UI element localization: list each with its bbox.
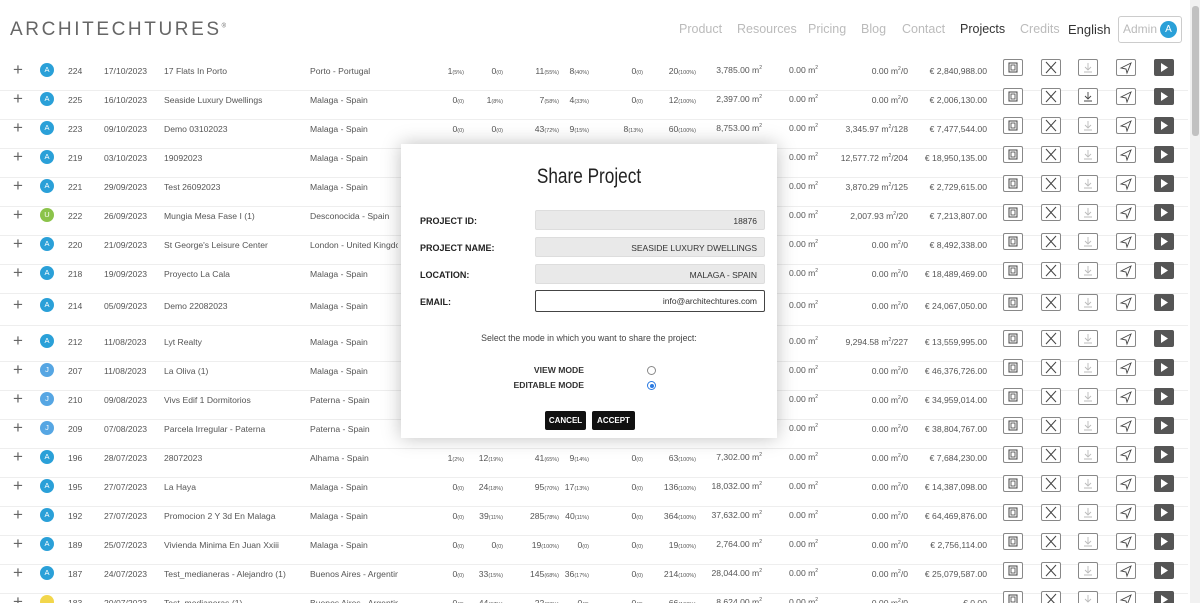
- accept-button[interactable]: ACCEPT: [592, 411, 635, 430]
- share-instruction: Select the mode in which you want to sha…: [481, 333, 697, 343]
- project-name-label: PROJECT NAME:: [420, 243, 495, 253]
- email-label: EMAIL:: [420, 297, 451, 307]
- editable-mode-label: EDITABLE MODE: [513, 380, 585, 390]
- modal-title: Share Project: [536, 165, 642, 188]
- email-input[interactable]: info@architechtures.com: [535, 290, 765, 312]
- project-name-field: SEASIDE LUXURY DWELLINGS: [535, 237, 765, 257]
- view-mode-radio[interactable]: [647, 366, 656, 375]
- location-label: LOCATION:: [420, 270, 470, 280]
- project-id-field: 18876: [535, 210, 765, 230]
- share-project-modal: Share Project PROJECT ID: 18876 PROJECT …: [401, 144, 777, 438]
- editable-mode-radio[interactable]: [647, 381, 656, 390]
- view-mode-label: VIEW MODE: [533, 365, 584, 375]
- project-id-label: PROJECT ID:: [420, 216, 478, 226]
- cancel-button[interactable]: CANCEL: [545, 411, 586, 430]
- location-field: MALAGA - SPAIN: [535, 264, 765, 284]
- modal-overlay: Share Project PROJECT ID: 18876 PROJECT …: [0, 0, 1200, 603]
